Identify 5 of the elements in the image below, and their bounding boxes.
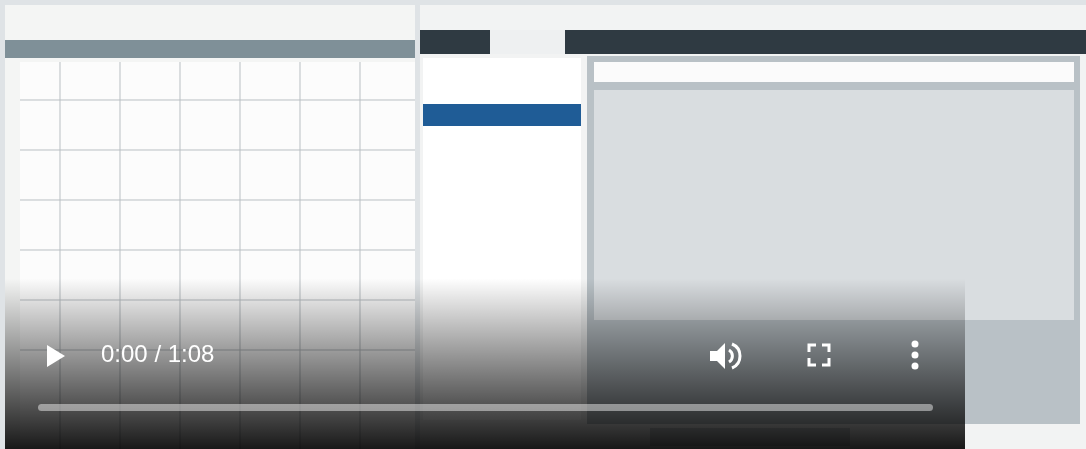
time-display: 0:00 / 1:08 bbox=[101, 339, 215, 369]
play-button[interactable] bbox=[45, 344, 67, 368]
volume-button[interactable] bbox=[708, 340, 742, 372]
more-options-button[interactable] bbox=[911, 340, 919, 370]
fullscreen-button[interactable] bbox=[807, 343, 831, 367]
